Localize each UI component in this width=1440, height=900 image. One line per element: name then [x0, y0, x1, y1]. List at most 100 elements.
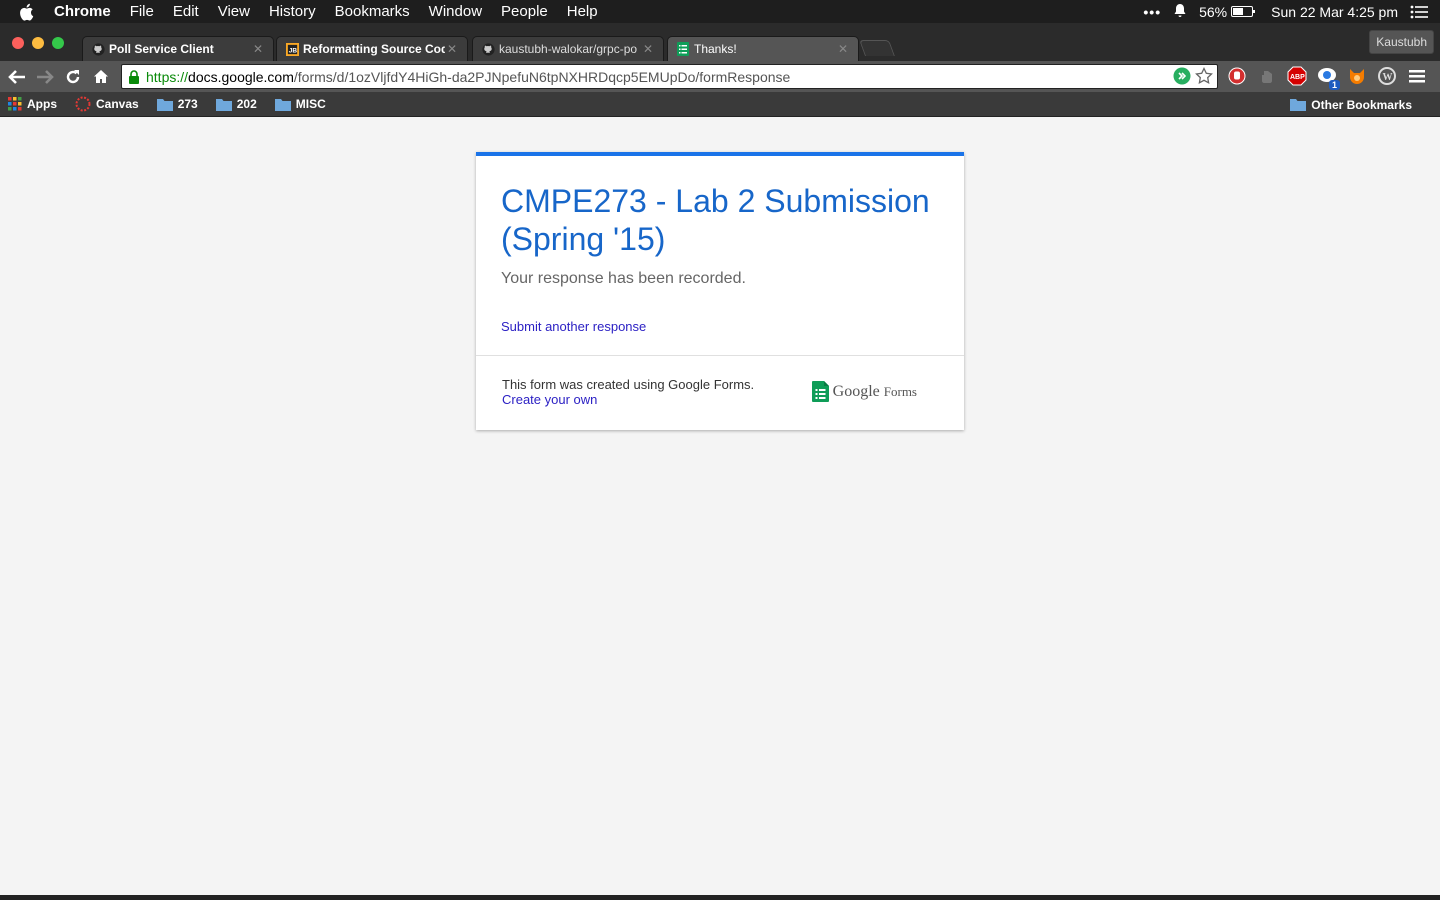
- notification-center-icon[interactable]: [1410, 5, 1428, 19]
- notification-bell-icon[interactable]: [1173, 3, 1187, 21]
- url-host: docs.google.com: [188, 68, 294, 85]
- profile-button[interactable]: Kaustubh: [1369, 30, 1434, 54]
- menu-people[interactable]: People: [501, 3, 548, 20]
- lock-icon[interactable]: [128, 69, 140, 84]
- github-icon: [481, 42, 495, 56]
- tab-thanks[interactable]: Thanks! ✕: [667, 36, 859, 61]
- tab-strip: Poll Service Client ✕ JB Reformatting So…: [0, 23, 1440, 61]
- logo-forms-text: Forms: [883, 383, 917, 399]
- close-window-button[interactable]: [12, 37, 24, 49]
- tab-title: Thanks!: [694, 42, 737, 56]
- svg-text:W: W: [1383, 72, 1393, 83]
- battery-percent: 56%: [1199, 3, 1228, 20]
- bookmark-canvas[interactable]: Canvas: [75, 96, 139, 112]
- menu-history[interactable]: History: [269, 3, 316, 20]
- tab-close-icon[interactable]: ✕: [251, 42, 265, 56]
- form-title: CMPE273 - Lab 2 Submission (Spring '15): [501, 183, 930, 257]
- tab-grpc-repo[interactable]: kaustubh-walokar/grpc-po ✕: [472, 36, 664, 61]
- tab-title: Reformatting Source Code: [303, 42, 445, 56]
- apple-icon[interactable]: [18, 3, 38, 21]
- github-icon: [91, 42, 105, 56]
- logo-google-text: Google: [832, 382, 880, 400]
- reload-icon[interactable]: [59, 63, 87, 91]
- tab-close-icon[interactable]: ✕: [641, 42, 655, 56]
- more-dots-icon[interactable]: •••: [1143, 4, 1161, 20]
- folder-icon: [215, 98, 232, 111]
- google-forms-icon: [811, 381, 829, 402]
- extension-refresh-icon[interactable]: [1173, 67, 1191, 88]
- menu-window[interactable]: Window: [429, 3, 482, 20]
- bookmark-label: Apps: [27, 97, 57, 111]
- address-bar[interactable]: https://docs.google.com/forms/d/1ozVljfd…: [121, 64, 1218, 89]
- bookmark-apps[interactable]: Apps: [8, 97, 57, 111]
- zoom-window-button[interactable]: [52, 37, 64, 49]
- google-forms-logo[interactable]: Google Forms: [811, 381, 917, 402]
- bookmark-folder-202[interactable]: 202: [215, 97, 257, 111]
- notification-badge: 1: [1328, 80, 1340, 90]
- mac-menu-bar: Chrome File Edit View History Bookmarks …: [0, 0, 1440, 23]
- menu-file[interactable]: File: [130, 3, 154, 20]
- home-icon[interactable]: [87, 63, 115, 91]
- browser-toolbar: https://docs.google.com/forms/d/1ozVljfd…: [0, 61, 1440, 92]
- bookmark-label: Canvas: [96, 97, 139, 111]
- card-footer: This form was created using Google Forms…: [476, 356, 964, 407]
- url-path: /forms/d/1ozVljfdY4HiGh-da2PJNpefuN6tpNX…: [293, 68, 791, 85]
- chat-extension-icon[interactable]: 1: [1316, 65, 1340, 90]
- tab-title: kaustubh-walokar/grpc-po: [499, 42, 638, 56]
- tab-poll-service-client[interactable]: Poll Service Client ✕: [82, 36, 274, 61]
- adblock-plus-icon[interactable]: ABP: [1286, 65, 1308, 87]
- evernote-extension-icon[interactable]: [1256, 65, 1278, 87]
- menu-bookmarks[interactable]: Bookmarks: [335, 3, 410, 20]
- tab-close-icon[interactable]: ✕: [836, 42, 850, 56]
- apps-grid-icon: [8, 97, 22, 111]
- google-forms-icon: [676, 42, 690, 56]
- menu-edit[interactable]: Edit: [173, 3, 199, 20]
- bookmark-label: 202: [236, 97, 257, 111]
- battery-icon: [1231, 6, 1256, 17]
- menu-app-chrome[interactable]: Chrome: [54, 3, 111, 20]
- battery-status[interactable]: 56%: [1199, 3, 1256, 20]
- folder-icon: [1290, 98, 1307, 111]
- fox-extension-icon[interactable]: [1346, 65, 1368, 87]
- card-body: CMPE273 - Lab 2 Submission (Spring '15) …: [476, 156, 964, 356]
- logo-wordmark: Google Forms: [833, 383, 917, 401]
- extension-icons: ABP 1 W: [1226, 65, 1428, 90]
- tab-title: Poll Service Client: [109, 42, 214, 56]
- bookmark-label: MISC: [295, 97, 326, 111]
- other-bookmarks[interactable]: Other Bookmarks: [1290, 92, 1412, 117]
- bookmark-folder-misc[interactable]: MISC: [274, 97, 326, 111]
- back-icon[interactable]: [3, 63, 31, 91]
- menu-help[interactable]: Help: [567, 3, 598, 20]
- tab-reformatting-source-code[interactable]: JB Reformatting Source Code ✕: [276, 36, 468, 61]
- bookmark-label: 273: [177, 97, 198, 111]
- hand-stop-extension-icon[interactable]: [1226, 65, 1248, 87]
- bookmark-star-icon[interactable]: [1195, 66, 1213, 88]
- omnibox-actions: [1173, 66, 1213, 88]
- menu-view[interactable]: View: [218, 3, 250, 20]
- folder-icon: [274, 98, 291, 111]
- forward-icon[interactable]: [31, 63, 59, 91]
- chrome-menu-icon[interactable]: [1406, 65, 1428, 87]
- submit-another-response-link[interactable]: Submit another response: [501, 319, 646, 334]
- clock[interactable]: Sun 22 Mar 4:25 pm: [1271, 4, 1398, 20]
- new-tab-button[interactable]: [859, 40, 895, 56]
- canvas-icon: [75, 96, 91, 112]
- abp-label: ABP: [1290, 74, 1305, 81]
- bookmark-label: Other Bookmarks: [1311, 97, 1412, 112]
- menubar-status-area: ••• 56% Sun 22 Mar 4:25 pm: [1143, 0, 1440, 23]
- bookmark-folder-273[interactable]: 273: [156, 97, 198, 111]
- form-response-card: CMPE273 - Lab 2 Submission (Spring '15) …: [476, 152, 964, 430]
- jetbrains-icon: JB: [285, 42, 299, 56]
- minimize-window-button[interactable]: [32, 37, 44, 49]
- battery-fill: [1233, 8, 1244, 15]
- tab-close-icon[interactable]: ✕: [445, 42, 459, 56]
- confirmation-message: Your response has been recorded.: [501, 270, 746, 287]
- bookmarks-bar: Apps Canvas 273 202 MISC Other Bookmarks: [0, 92, 1440, 117]
- folder-icon: [156, 98, 173, 111]
- wordpress-extension-icon[interactable]: W: [1376, 65, 1398, 87]
- footer-text: This form was created using Google Forms…: [502, 377, 755, 392]
- dock-edge: [0, 895, 1440, 900]
- svg-text:JB: JB: [288, 47, 297, 54]
- page-content: CMPE273 - Lab 2 Submission (Spring '15) …: [0, 118, 1440, 895]
- url-scheme: https://: [146, 68, 189, 85]
